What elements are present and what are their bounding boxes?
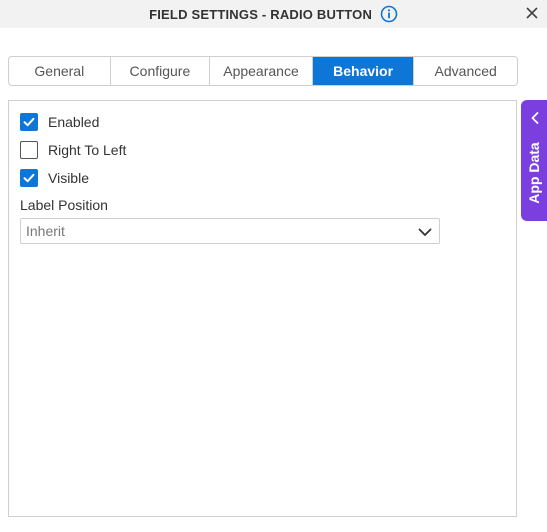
check-icon: [23, 173, 35, 183]
chevron-left-icon: [531, 112, 539, 124]
dialog-title-label: FIELD SETTINGS - RADIO BUTTON: [149, 6, 373, 22]
info-icon[interactable]: [380, 5, 398, 23]
enabled-option[interactable]: Enabled: [20, 113, 99, 131]
enabled-checkbox[interactable]: [20, 113, 38, 131]
tab-general[interactable]: General: [9, 57, 111, 85]
dialog-header: FIELD SETTINGS - RADIO BUTTON: [0, 0, 547, 28]
visible-checkbox[interactable]: [20, 169, 38, 187]
chevron-down-icon: [418, 228, 432, 236]
tab-advanced[interactable]: Advanced: [414, 57, 517, 85]
label-position-select[interactable]: Inherit: [20, 218, 440, 244]
tab-appearance[interactable]: Appearance: [210, 57, 313, 85]
app-data-label: App Data: [526, 142, 542, 204]
dialog-title: FIELD SETTINGS - RADIO BUTTON: [0, 0, 547, 28]
label-position-label: Label Position: [20, 197, 108, 213]
right-to-left-option[interactable]: Right To Left: [20, 141, 126, 159]
enabled-label: Enabled: [48, 114, 100, 130]
close-button[interactable]: [521, 2, 543, 24]
tab-configure[interactable]: Configure: [111, 57, 211, 85]
check-icon: [23, 117, 35, 127]
settings-tabs: General Configure Appearance Behavior Ad…: [8, 56, 518, 86]
visible-label: Visible: [48, 170, 89, 186]
close-icon: [526, 7, 538, 19]
right-to-left-label: Right To Left: [48, 142, 127, 158]
tab-behavior[interactable]: Behavior: [312, 57, 415, 85]
app-data-tab[interactable]: App Data: [521, 100, 547, 221]
right-to-left-checkbox[interactable]: [20, 141, 38, 159]
label-position-value: Inherit: [26, 223, 65, 239]
behavior-panel: Enabled Right To Left Visible Label Posi…: [8, 100, 517, 517]
visible-option[interactable]: Visible: [20, 169, 89, 187]
